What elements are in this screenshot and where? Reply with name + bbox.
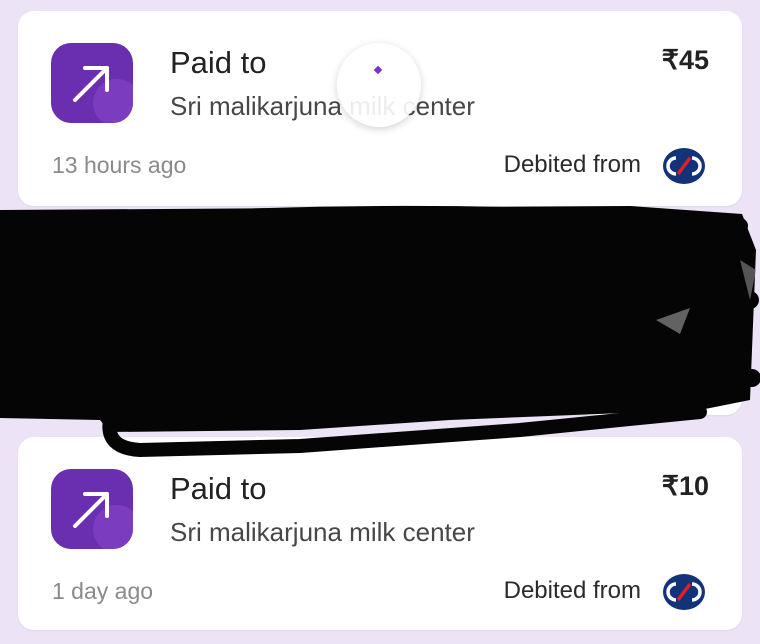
debited-from-label: Debited from <box>503 151 641 178</box>
merchant-name: Sri malikarjuna milk center <box>170 91 475 121</box>
kotak-bank-logo-icon <box>663 148 705 184</box>
touch-indicator <box>337 43 421 127</box>
merchant-name: Sri malikarjuna milk center <box>170 517 475 547</box>
transaction-amount: ₹10 <box>661 471 709 501</box>
payment-sent-arrow-icon <box>51 43 133 123</box>
transaction-time: 13 hours ago <box>52 152 187 178</box>
transaction-amount: ₹45 <box>661 45 709 75</box>
transaction-title: Paid to <box>170 471 267 506</box>
transaction-time: 1 day ago <box>52 578 154 604</box>
transaction-card[interactable]: Paid to Sri malikarjuna milk center ₹10 … <box>18 437 742 630</box>
transaction-title: Paid to <box>170 45 267 80</box>
kotak-bank-logo-icon <box>663 574 705 610</box>
payment-sent-arrow-icon <box>51 469 133 549</box>
debited-from-label: Debited from <box>503 577 641 604</box>
transaction-card-redacted[interactable] <box>18 215 742 415</box>
